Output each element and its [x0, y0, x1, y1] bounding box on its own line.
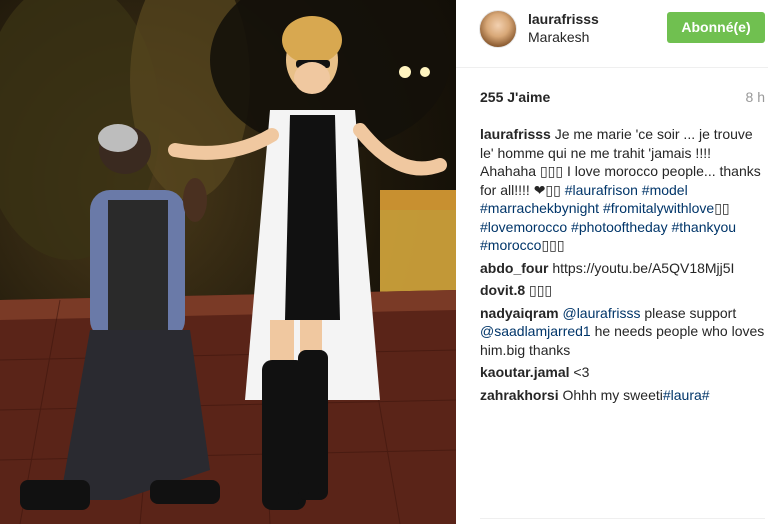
comment-text: Ohhh my sweeti: [558, 386, 663, 403]
follow-button[interactable]: Abonné(e): [667, 12, 765, 43]
hashtag-link[interactable]: #laura#: [663, 387, 710, 403]
comment-author[interactable]: laurafrisss: [480, 126, 551, 142]
hashtag-link[interactable]: #marrachekbynight: [480, 200, 599, 216]
comment-item: zahrakhorsi Ohhh my sweeti#laura#: [480, 386, 765, 405]
post-sidebar: laurafrisss Marakesh Abonné(e) 255 J'aim…: [456, 0, 768, 524]
hashtag-link[interactable]: #fromitalywithlove: [599, 200, 714, 216]
comment-text[interactable]: https://youtu.be/A5QV18Mjj5I: [548, 260, 734, 276]
hashtag-link[interactable]: #morocco: [480, 237, 541, 253]
comment-item: dovit.8 ▯▯▯: [480, 281, 765, 300]
emoji-glyph: ▯▯: [545, 181, 561, 198]
emoji-glyph: ▯▯▯: [541, 237, 565, 253]
comment-author[interactable]: zahrakhorsi: [480, 387, 559, 403]
divider: [480, 518, 765, 519]
hashtag-link[interactable]: #laurafrison: [561, 182, 638, 198]
caption: laurafrisss Je me marie 'ce soir ... je …: [480, 125, 765, 255]
emoji-glyph: ▯▯▯: [539, 163, 564, 179]
hashtag-link[interactable]: #model: [638, 182, 688, 198]
comment-text: <3: [569, 364, 590, 380]
avatar[interactable]: [479, 10, 517, 48]
hashtag-link[interactable]: #thankyou: [668, 219, 736, 235]
comment-author[interactable]: nadyaiqram: [480, 305, 559, 321]
comment-text: please support: [640, 304, 737, 321]
post-photo-illustration: [0, 0, 456, 524]
post-username[interactable]: laurafrisss: [528, 11, 599, 27]
post-photo[interactable]: [0, 0, 456, 524]
hashtag-link[interactable]: #lovemorocco: [480, 219, 567, 235]
post-time[interactable]: 8 h: [746, 89, 765, 105]
mention-link[interactable]: @laurafrisss: [559, 305, 640, 321]
post-header: laurafrisss Marakesh Abonné(e): [456, 0, 768, 68]
post-stats: 255 J'aime 8 h: [480, 89, 765, 109]
emoji-glyph: ▯▯: [714, 200, 730, 216]
hashtag-link[interactable]: #photooftheday: [567, 219, 668, 235]
comments-list: laurafrisss Je me marie 'ce soir ... je …: [480, 125, 765, 408]
heart-icon: ❤: [533, 181, 546, 198]
comment-item: kaoutar.jamal <3: [480, 363, 765, 382]
post-location[interactable]: Marakesh: [528, 29, 589, 45]
comment-author[interactable]: kaoutar.jamal: [480, 364, 570, 380]
comment-item: nadyaiqram @laurafrisss please support @…: [480, 304, 765, 360]
comment-text: ▯▯▯: [525, 282, 553, 298]
comment-author[interactable]: dovit.8: [480, 282, 525, 298]
comment-author[interactable]: abdo_four: [480, 260, 548, 276]
mention-link[interactable]: @saadlamjarred1: [480, 323, 591, 339]
comment-item: abdo_four https://youtu.be/A5QV18Mjj5I: [480, 259, 765, 278]
likes-count[interactable]: 255 J'aime: [480, 89, 550, 105]
